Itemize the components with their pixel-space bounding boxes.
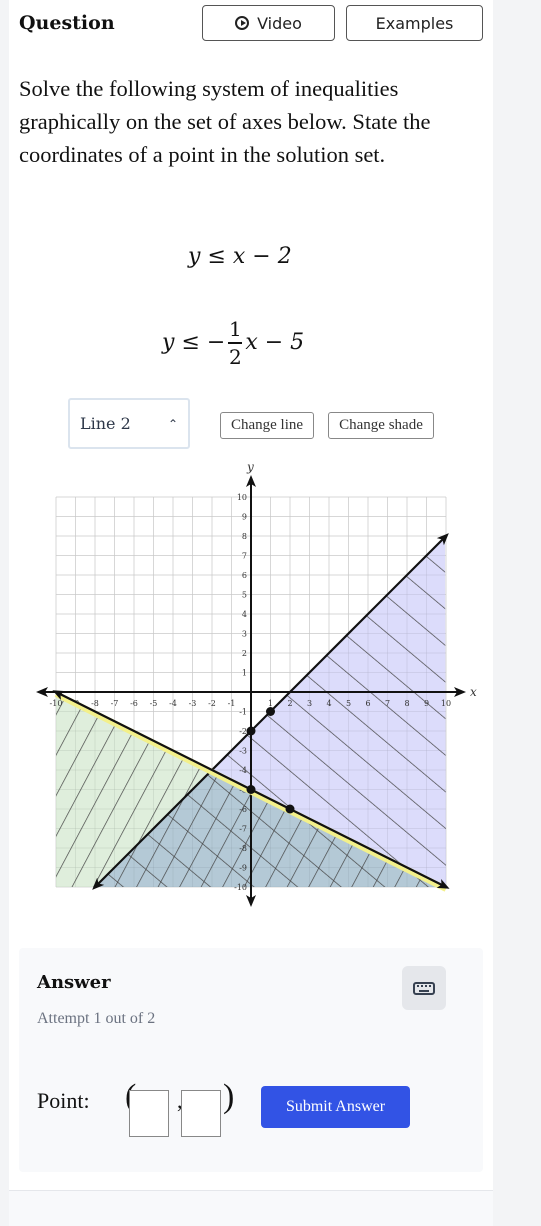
question-prompt: Solve the following system of inequaliti…: [19, 76, 431, 167]
fraction-numerator: 1: [228, 317, 242, 341]
x-tick-label: -7: [111, 699, 119, 708]
draggable-point[interactable]: [266, 707, 275, 716]
x-tick-label: -10: [50, 699, 63, 708]
inequality-graph[interactable]: xy-10-9-8-7-6-5-4-3-2-112345678910-10-9-…: [0, 455, 541, 915]
x-tick-label: 5: [346, 699, 351, 708]
x-tick-label: -3: [189, 699, 197, 708]
y-tick-label: -9: [239, 864, 247, 873]
y-tick-label: 10: [237, 493, 247, 502]
inequality-1-lhs: y: [188, 244, 201, 269]
x-tick-label: 8: [404, 699, 409, 708]
inequality-1-rhs: x − 2: [232, 244, 292, 269]
draggable-point[interactable]: [246, 726, 256, 736]
y-tick-label: 7: [242, 552, 247, 561]
x-tick-label: 1: [268, 699, 273, 708]
inequality-2: y ≤ − 1 2 x − 5: [162, 318, 304, 368]
x-tick-label: 2: [287, 699, 292, 708]
examples-button[interactable]: Examples: [346, 5, 483, 41]
fraction-denominator: 2: [228, 344, 242, 369]
close-paren: ): [223, 1078, 235, 1115]
inequality-2-op: ≤: [181, 330, 200, 356]
y-tick-label: -1: [239, 708, 247, 717]
play-circle-icon: [235, 16, 250, 30]
inequality-2-lhs: y: [162, 330, 175, 356]
video-button[interactable]: Video: [202, 5, 335, 41]
y-tick-label: 9: [242, 513, 247, 522]
y-tick-label: -3: [239, 747, 247, 756]
inequality-1: y ≤ x − 2: [188, 244, 292, 269]
line-select[interactable]: Line 2 ⌃: [68, 398, 190, 449]
y-coordinate-input[interactable]: [181, 1090, 221, 1137]
y-tick-label: 5: [242, 591, 247, 600]
chevron-up-down-icon: ⌃: [167, 416, 178, 431]
y-tick-label: 1: [242, 669, 247, 678]
draggable-point[interactable]: [285, 804, 295, 814]
fraction-bar: [228, 342, 243, 344]
change-shade-button[interactable]: Change shade: [328, 412, 434, 439]
x-tick-label: -5: [150, 699, 158, 708]
inequality-2-sign: −: [206, 330, 226, 356]
y-tick-label: -6: [239, 805, 247, 814]
x-tick-label: -2: [208, 699, 216, 708]
keyboard-toggle-button[interactable]: [402, 966, 446, 1010]
y-tick-label: 6: [242, 571, 247, 580]
examples-button-label: Examples: [375, 13, 454, 33]
x-tick-label: 6: [365, 699, 370, 708]
y-tick-label: -7: [239, 825, 247, 834]
draggable-point[interactable]: [246, 785, 256, 794]
video-button-label: Video: [257, 13, 302, 33]
x-tick-label: -6: [130, 699, 138, 708]
fraction: 1 2: [228, 317, 243, 369]
x-coordinate-input[interactable]: [129, 1090, 169, 1137]
y-tick-label: -10: [234, 883, 247, 892]
x-tick-label: 10: [441, 699, 451, 708]
x-axis-label: x: [470, 685, 477, 699]
x-tick-label: 9: [424, 699, 429, 708]
x-tick-label: 7: [385, 699, 390, 708]
x-tick-label: -4: [169, 699, 177, 708]
keyboard-icon: [413, 981, 435, 995]
inequality-1-op: ≤: [207, 244, 226, 269]
x-tick-label: -1: [228, 699, 236, 708]
line-select-value: Line 2: [80, 414, 131, 433]
x-tick-label: -8: [91, 699, 99, 708]
change-line-button[interactable]: Change line: [220, 412, 314, 439]
y-tick-label: 2: [242, 649, 247, 658]
y-tick-label: -4: [239, 766, 247, 775]
submit-answer-button[interactable]: Submit Answer: [261, 1086, 410, 1128]
y-axis-label: y: [246, 460, 254, 474]
x-tick-label: 4: [326, 699, 331, 708]
question-heading: Question: [19, 12, 115, 34]
y-tick-label: -8: [239, 844, 247, 853]
answer-heading: Answer: [37, 972, 111, 993]
x-tick-label: 3: [307, 699, 312, 708]
point-label: Point:: [37, 1088, 90, 1113]
attempt-counter: Attempt 1 out of 2: [37, 1010, 156, 1027]
footer-area: [9, 1191, 493, 1226]
y-tick-label: 3: [242, 630, 247, 639]
inequality-2-rhs: x − 5: [245, 330, 305, 356]
answer-panel: Answer Attempt 1 out of 2 Point: ( , ) S…: [19, 948, 483, 1172]
y-tick-label: 4: [242, 610, 247, 619]
y-tick-label: 8: [242, 532, 247, 541]
